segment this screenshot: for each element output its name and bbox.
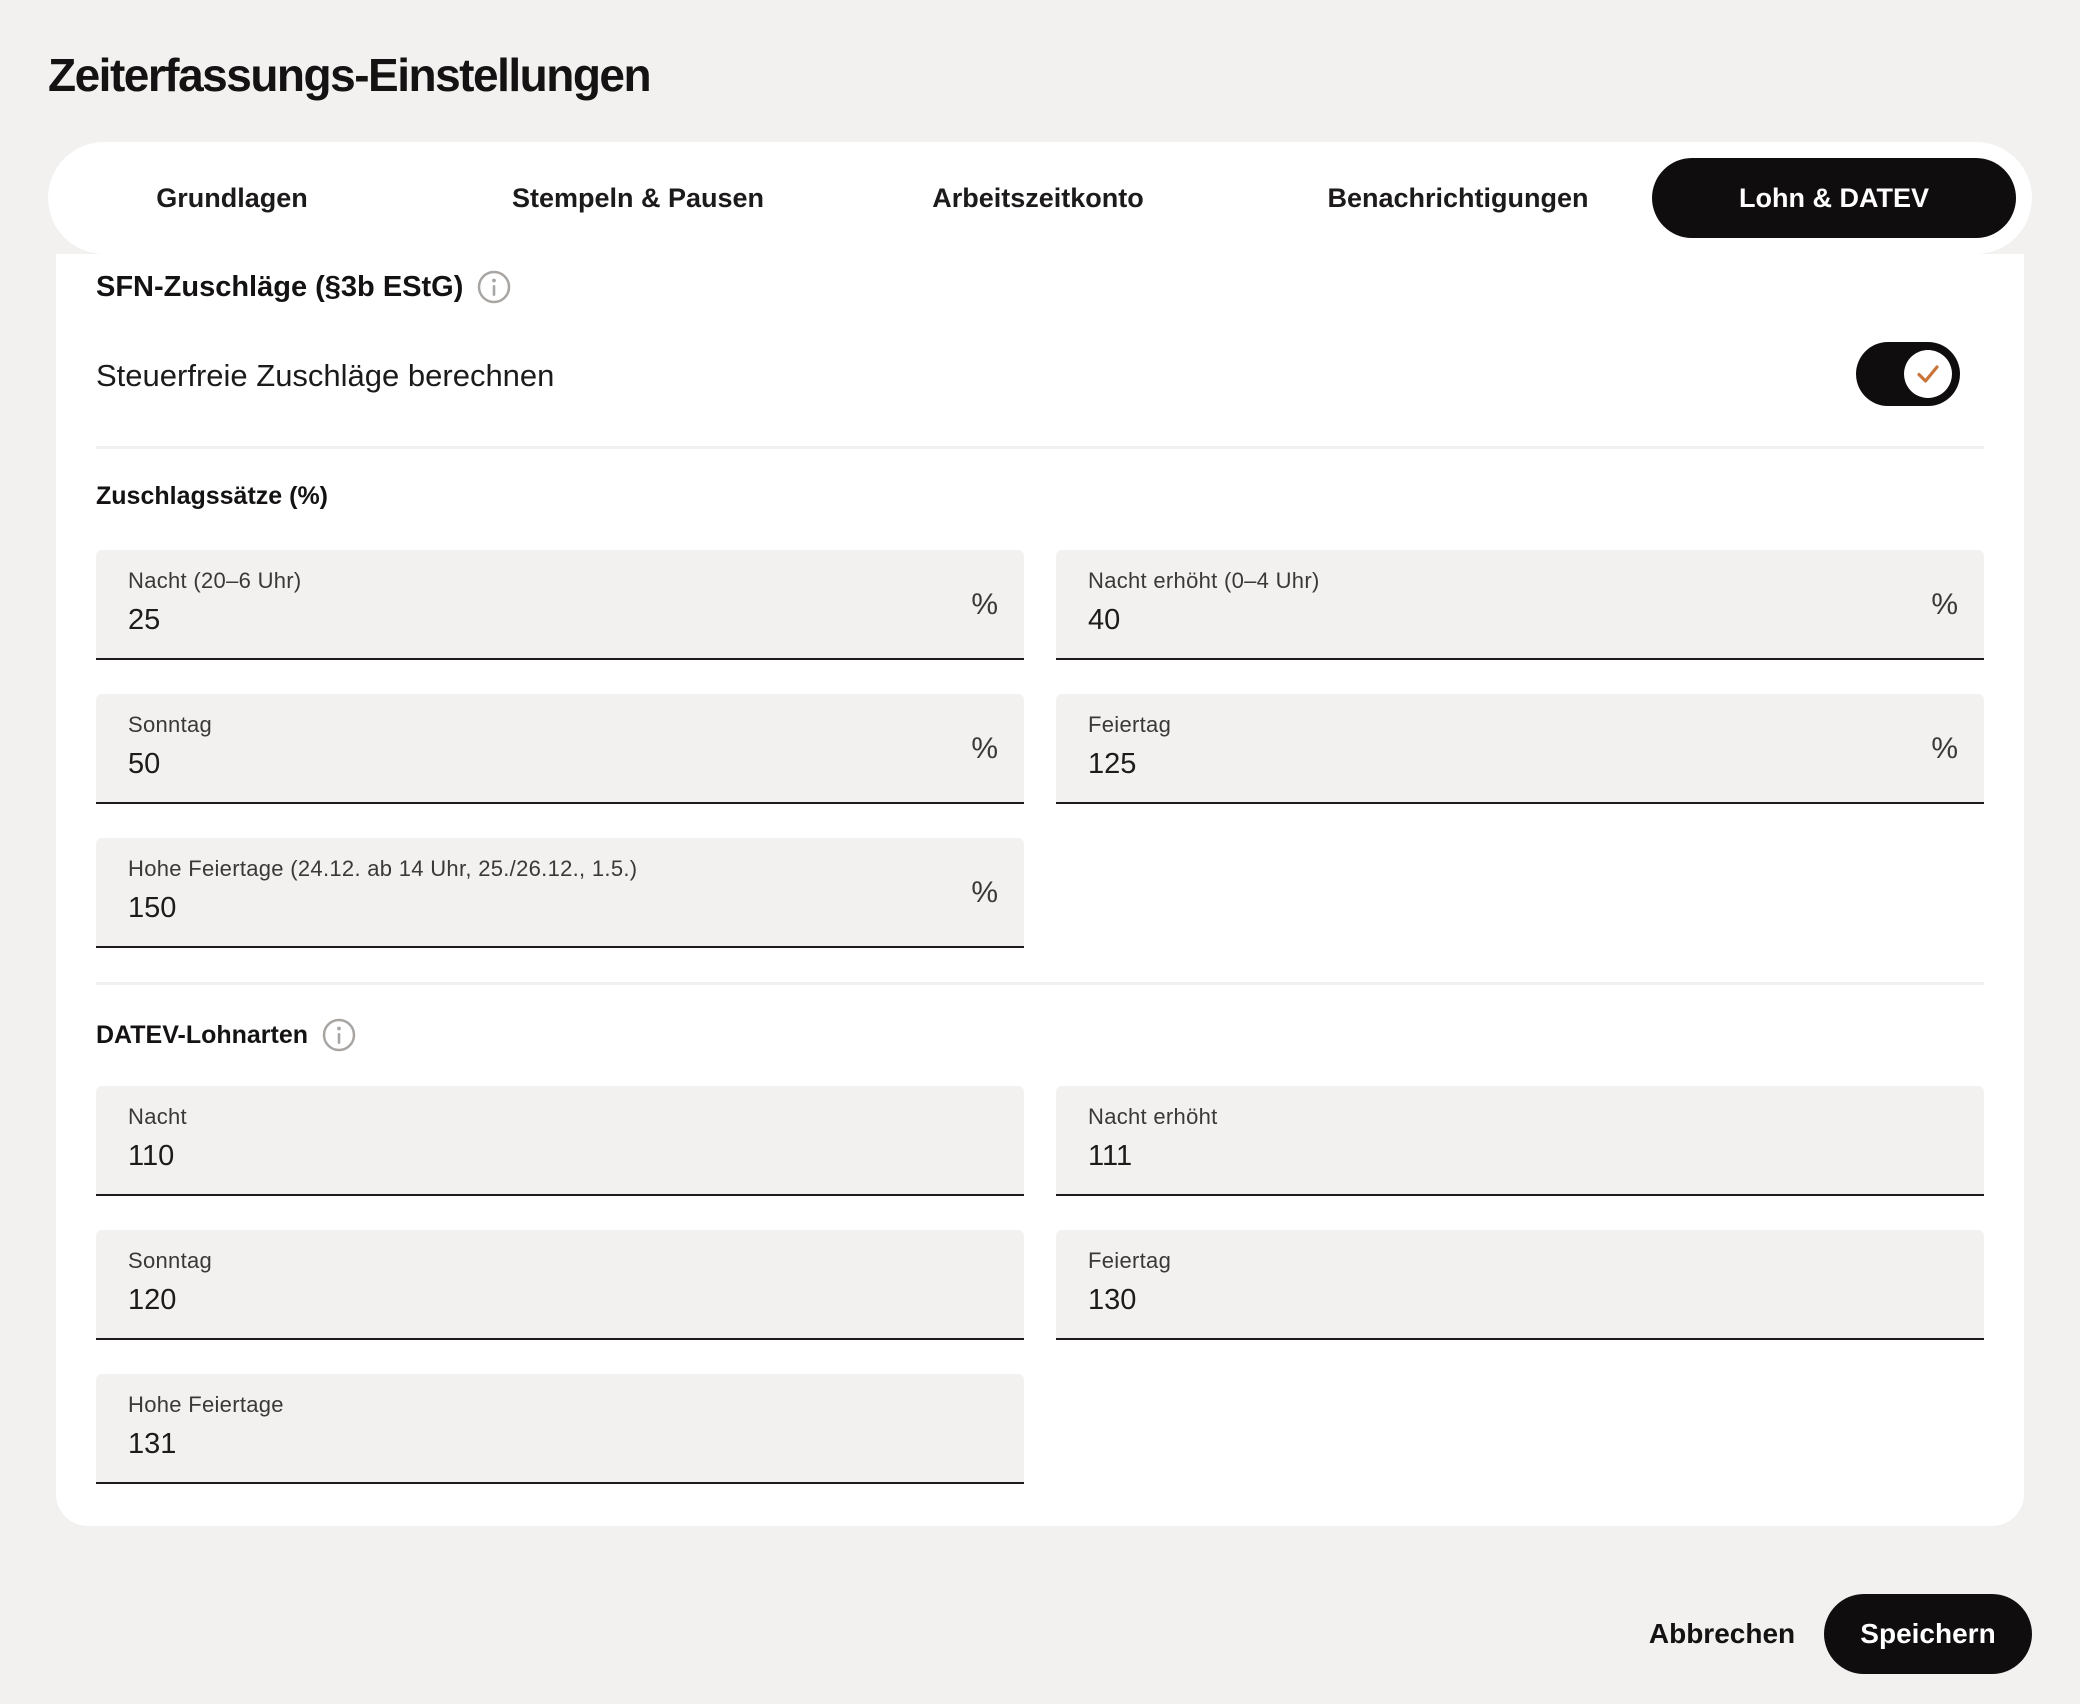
field-label: Nacht erhöht: [1088, 1104, 1218, 1129]
datev-field-nacht[interactable]: Nacht 110: [96, 1086, 1024, 1196]
toggle-knob: [1904, 350, 1952, 398]
field-label: Sonntag: [128, 1248, 213, 1273]
section-divider: [96, 446, 1984, 449]
section-divider: [96, 982, 1984, 985]
datev-section-title: DATEV-Lohnarten: [96, 1020, 309, 1049]
datev-field-nacht-erhoeht[interactable]: Nacht erhöht 111: [1056, 1086, 1984, 1196]
sfn-toggle[interactable]: [1856, 342, 1960, 406]
field-value: 131: [128, 1428, 177, 1460]
rate-field-nacht[interactable]: Nacht (20–6 Uhr) 25 %: [96, 550, 1024, 660]
datev-field-sonntag[interactable]: Sonntag 120: [96, 1230, 1024, 1340]
percent-unit: %: [1931, 732, 1958, 765]
datev-field-hohe-feiertage[interactable]: Hohe Feiertage 131: [96, 1374, 1024, 1484]
tab-bar: Grundlagen Stempeln & Pausen Arbeitszeit…: [48, 142, 2032, 254]
field-value: 110: [128, 1140, 175, 1172]
field-value: 150: [128, 892, 177, 924]
field-value: 125: [1088, 748, 1137, 780]
rate-field-nacht-erhoeht[interactable]: Nacht erhöht (0–4 Uhr) 40 %: [1056, 550, 1984, 660]
dialog-title: Zeiterfassungs-Einstellungen: [48, 49, 652, 101]
field-label: Sonntag: [128, 712, 213, 737]
tab-benachrichtigungen[interactable]: Benachrichtigungen: [1288, 158, 1628, 238]
toggle-label: Steuerfreie Zuschläge berechnen: [96, 358, 555, 393]
field-label: Nacht erhöht (0–4 Uhr): [1088, 568, 1320, 593]
check-icon: [1917, 365, 1939, 383]
settings-panel: SFN-Zuschläge (§3b EStG) Steuerfreie Zus…: [56, 254, 2024, 1526]
save-button[interactable]: Speichern: [1824, 1594, 2032, 1674]
percent-unit: %: [971, 732, 998, 765]
field-value: 111: [1088, 1140, 1133, 1172]
rates-section-title: Zuschlagssätze (%): [96, 482, 329, 510]
rate-field-feiertag[interactable]: Feiertag 125 %: [1056, 694, 1984, 804]
settings-dialog: Zeiterfassungs-Einstellungen Grundlagen …: [0, 0, 2080, 1704]
field-value: 40: [1088, 604, 1121, 636]
field-label: Hohe Feiertage (24.12. ab 14 Uhr, 25./26…: [128, 856, 638, 881]
tab-stempeln-pausen[interactable]: Stempeln & Pausen: [468, 158, 808, 238]
rate-field-hohe-feiertage[interactable]: Hohe Feiertage (24.12. ab 14 Uhr, 25./26…: [96, 838, 1024, 948]
tab-arbeitszeitkonto[interactable]: Arbeitszeitkonto: [888, 158, 1188, 238]
percent-unit: %: [971, 588, 998, 621]
field-value: 25: [128, 604, 161, 636]
cancel-button[interactable]: Abbrechen: [1640, 1594, 1804, 1674]
tab-grundlagen[interactable]: Grundlagen: [112, 158, 352, 238]
rate-field-sonntag[interactable]: Sonntag 50 %: [96, 694, 1024, 804]
field-value: 50: [128, 748, 161, 780]
percent-unit: %: [971, 876, 998, 909]
percent-unit: %: [1931, 588, 1958, 621]
field-value: 120: [128, 1284, 177, 1316]
info-circle-icon[interactable]: [322, 1018, 356, 1052]
field-label: Nacht (20–6 Uhr): [128, 568, 302, 593]
datev-field-feiertag[interactable]: Feiertag 130: [1056, 1230, 1984, 1340]
field-label: Feiertag: [1088, 1248, 1172, 1273]
field-label: Hohe Feiertage: [128, 1392, 284, 1417]
sfn-section-header: SFN-Zuschläge (§3b EStG): [96, 270, 511, 304]
field-label: Feiertag: [1088, 712, 1172, 737]
tab-lohn-datev[interactable]: Lohn & DATEV: [1652, 158, 2016, 238]
field-value: 130: [1088, 1284, 1137, 1316]
field-label: Nacht: [128, 1104, 187, 1129]
sfn-section-title: SFN-Zuschläge (§3b EStG): [96, 270, 464, 303]
datev-section-header: DATEV-Lohnarten: [96, 1018, 356, 1052]
info-circle-icon[interactable]: [477, 270, 511, 304]
